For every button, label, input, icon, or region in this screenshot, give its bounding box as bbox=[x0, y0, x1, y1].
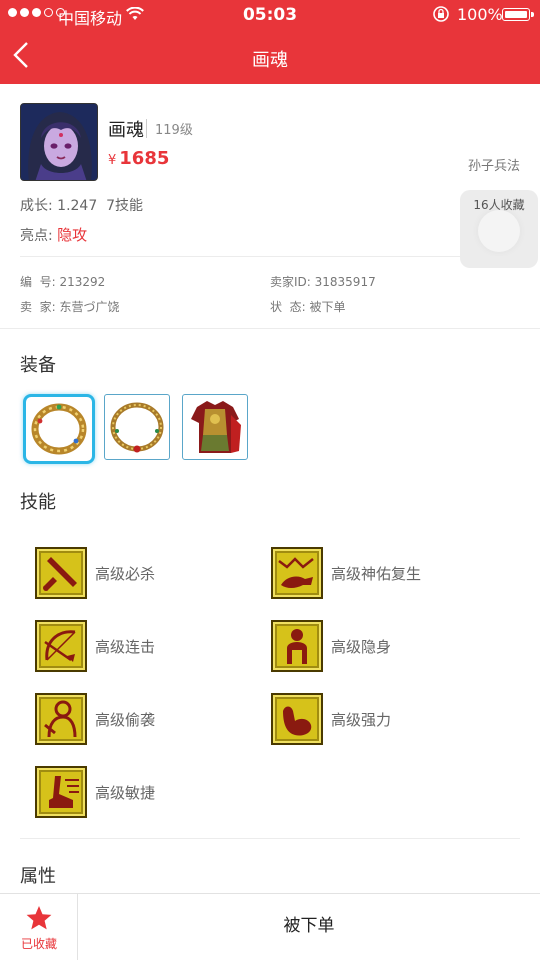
skill-label: 高级连击 bbox=[95, 637, 156, 656]
skill-label: 高级强力 bbox=[331, 710, 392, 729]
favorite-button[interactable]: 已收藏 bbox=[0, 894, 78, 960]
section-divider bbox=[0, 328, 540, 329]
equipment-item-armor[interactable] bbox=[182, 394, 248, 460]
sword-icon bbox=[35, 547, 87, 599]
skill-label: 高级隐身 bbox=[331, 637, 392, 656]
character-school: 孙子兵法 bbox=[467, 159, 520, 174]
status-bar: 中国移动 05:03 100% bbox=[0, 0, 540, 30]
strength-icon bbox=[271, 693, 323, 745]
order-status-button[interactable]: 被下单 bbox=[78, 894, 540, 960]
stealth-icon bbox=[271, 620, 323, 672]
page-title: 画魂 bbox=[252, 50, 288, 71]
battery-icon bbox=[502, 8, 534, 21]
equipment-item-necklace[interactable] bbox=[104, 394, 170, 460]
equipment-item-ring[interactable] bbox=[23, 394, 95, 464]
highlight: 亮点: 隐攻 bbox=[20, 224, 87, 245]
skill-item[interactable]: 高级神佑复生 bbox=[271, 547, 421, 599]
revive-icon bbox=[271, 547, 323, 599]
skill-label: 高级偷袭 bbox=[95, 710, 156, 729]
order-state: 状 态: 被下单 bbox=[270, 300, 346, 314]
rotation-lock-icon bbox=[432, 5, 450, 27]
seller-name: 卖 家: 东营づ广饶 bbox=[20, 300, 120, 314]
growth-skills: 成长: 1.247 7技能 bbox=[20, 198, 144, 214]
skill-label: 高级神佑复生 bbox=[331, 564, 422, 583]
bow-icon bbox=[35, 620, 87, 672]
highlight-value: 隐攻 bbox=[57, 226, 88, 244]
divider bbox=[20, 256, 520, 257]
character-level: 119级 bbox=[146, 119, 193, 138]
skill-item[interactable]: 高级偷袭 bbox=[35, 693, 155, 745]
skill-label: 高级必杀 bbox=[95, 564, 156, 583]
equipment-section-title: 装备 bbox=[20, 355, 56, 376]
skill-item[interactable]: 高级必杀 bbox=[35, 547, 155, 599]
necklace-icon bbox=[110, 402, 164, 453]
skills-section-title: 技能 bbox=[20, 492, 56, 513]
star-icon bbox=[26, 906, 52, 930]
ambush-icon bbox=[35, 693, 87, 745]
assistive-touch-icon bbox=[478, 210, 520, 252]
attributes-section-title: 属性 bbox=[20, 866, 56, 887]
seller-id: 卖家ID: 31835917 bbox=[270, 275, 376, 289]
armor-icon bbox=[191, 401, 241, 453]
price: ¥1685 bbox=[108, 148, 169, 169]
currency-symbol: ¥ bbox=[108, 153, 117, 168]
price-value: 1685 bbox=[119, 148, 170, 169]
skill-label: 高级敏捷 bbox=[95, 783, 156, 802]
item-id: 编 号: 213292 bbox=[20, 275, 106, 289]
divider bbox=[20, 838, 520, 839]
top-bar: 中国移动 05:03 100% 画魂 bbox=[0, 0, 540, 84]
highlight-label: 亮点: bbox=[20, 228, 58, 244]
battery-percent: 100% bbox=[457, 5, 503, 24]
agility-icon bbox=[35, 766, 87, 818]
favorite-label: 已收藏 bbox=[20, 937, 57, 951]
character-avatar[interactable] bbox=[20, 103, 98, 181]
skill-item[interactable]: 高级隐身 bbox=[271, 620, 391, 672]
skill-item[interactable]: 高级强力 bbox=[271, 693, 391, 745]
skill-item[interactable]: 高级敏捷 bbox=[35, 766, 155, 818]
character-name: 画魂 bbox=[108, 120, 144, 141]
ring-icon bbox=[31, 403, 87, 455]
bottom-action-bar: 已收藏 被下单 bbox=[0, 893, 540, 960]
skill-item[interactable]: 高级连击 bbox=[35, 620, 155, 672]
